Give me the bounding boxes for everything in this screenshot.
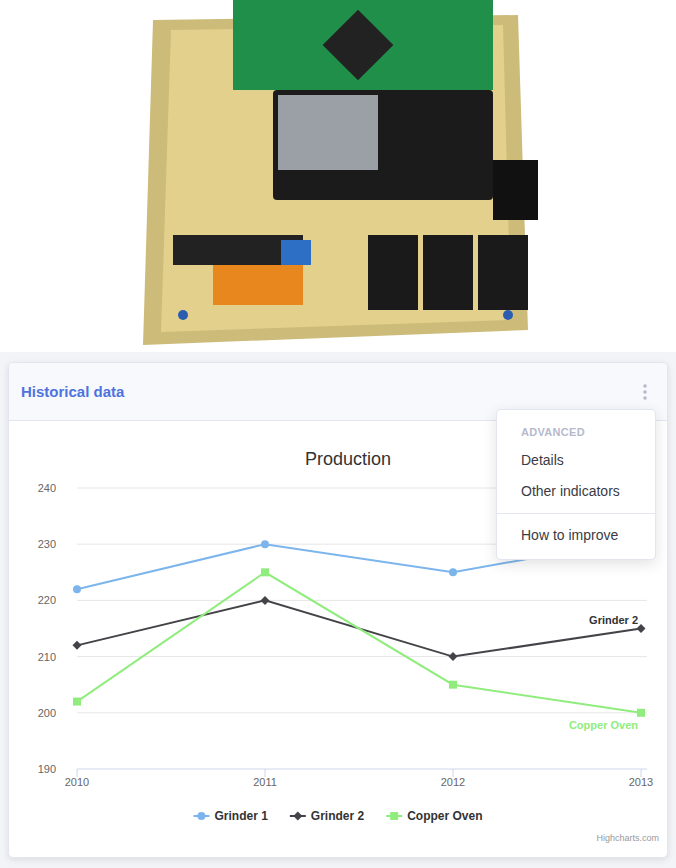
chart-title: Production — [305, 449, 391, 469]
point-marker[interactable] — [73, 641, 82, 650]
legend-label[interactable]: Grinder 2 — [311, 809, 365, 823]
y-tick-label: 200 — [38, 707, 56, 719]
y-tick-label: 190 — [38, 763, 56, 775]
point-marker[interactable] — [261, 568, 269, 576]
card-title: Historical data — [21, 383, 124, 401]
menu-item[interactable]: Details — [497, 445, 655, 476]
point-marker[interactable] — [73, 698, 81, 706]
point-marker[interactable] — [449, 652, 458, 661]
x-tick-label: 2012 — [441, 776, 465, 788]
x-tick-label: 2010 — [65, 776, 89, 788]
point-marker[interactable] — [449, 568, 457, 576]
x-tick-label: 2013 — [629, 776, 653, 788]
legend-item[interactable]: Grinder 1 — [193, 809, 268, 823]
historical-data-card: Historical data Production 240 230 220 210 20… — [8, 362, 668, 858]
series-end-label: Copper Oven — [569, 719, 638, 731]
chart-credits[interactable]: Highcharts.com — [596, 833, 659, 843]
point-marker[interactable] — [261, 596, 270, 605]
point-marker[interactable] — [390, 812, 398, 820]
chart-zone: Historical data Production 240 230 220 210 20… — [0, 352, 676, 868]
legend-label[interactable]: Copper Oven — [407, 809, 482, 823]
menu-item[interactable]: Other indicators — [497, 476, 655, 507]
y-tick-label: 220 — [38, 594, 56, 606]
point-marker[interactable] — [197, 812, 205, 820]
grid-line — [77, 600, 647, 601]
series-line — [73, 568, 645, 717]
point-marker[interactable] — [293, 812, 302, 821]
y-tick-label: 240 — [38, 482, 56, 494]
point-marker[interactable] — [637, 709, 645, 717]
point-marker[interactable] — [73, 585, 81, 593]
y-tick-label: 210 — [38, 651, 56, 663]
grid-line — [77, 712, 647, 713]
legend-item[interactable]: Copper Oven — [386, 809, 482, 823]
grid-line — [77, 656, 647, 657]
legend-label[interactable]: Grinder 1 — [214, 809, 268, 823]
more-dots-icon[interactable] — [637, 383, 653, 401]
photo-area — [0, 0, 676, 352]
y-tick-label: 230 — [38, 538, 56, 550]
dropdown-menu: ADVANCEDDetailsOther indicators How to im… — [496, 409, 656, 560]
menu-divider — [497, 513, 655, 514]
x-tick-label: 2011 — [253, 776, 277, 788]
point-marker[interactable] — [261, 540, 269, 548]
series-path — [77, 572, 641, 713]
grid-line — [77, 769, 647, 770]
chart-legend: Grinder 1 Grinder 2 Copper Oven — [193, 809, 482, 823]
menu-header: ADVANCED — [497, 418, 655, 445]
series-end-label: Grinder 2 — [589, 614, 638, 626]
legend-item[interactable]: Grinder 2 — [290, 809, 365, 823]
menu-item[interactable]: How to improve — [497, 520, 655, 551]
board-photo — [133, 0, 543, 350]
point-marker[interactable] — [449, 681, 457, 689]
